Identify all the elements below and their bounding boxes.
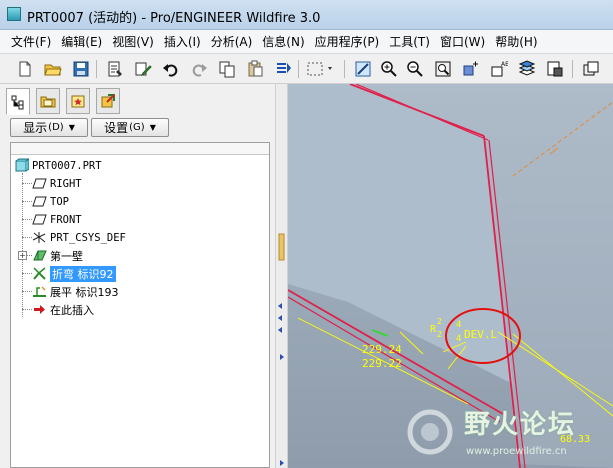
tree-item-label: TOP bbox=[50, 195, 69, 208]
coordinate-system-icon bbox=[31, 230, 47, 246]
datum-display-icon[interactable] bbox=[580, 58, 602, 80]
tree-item-label: FRONT bbox=[50, 213, 82, 226]
tree-item-unbend[interactable]: 展平 标识193 bbox=[31, 283, 119, 300]
tree-item-first-wall[interactable]: 第一壁 bbox=[31, 247, 83, 264]
model-tree: PRT0007.PRT RIGHT TOP FRONT PRT_CSYS_DEF bbox=[10, 142, 270, 468]
bend-feature-icon bbox=[31, 266, 47, 282]
window-title: PRT0007 (活动的) - Pro/ENGINEER Wildfire 3.… bbox=[27, 11, 321, 26]
menu-applications[interactable]: 应用程序(P) bbox=[310, 33, 385, 50]
copy-icon[interactable] bbox=[216, 58, 238, 80]
toolbar: AB bbox=[0, 54, 613, 84]
settings-label: 设置 bbox=[104, 121, 129, 135]
favorites-tab-icon[interactable] bbox=[66, 88, 90, 114]
show-hotkey: (D) bbox=[48, 122, 64, 133]
menu-view[interactable]: 视图(V) bbox=[107, 33, 159, 50]
datum-plane-icon bbox=[31, 212, 47, 228]
open-folder-icon[interactable] bbox=[42, 58, 64, 80]
datum-plane-icon bbox=[31, 176, 47, 192]
menu-bar: 文件(F) 编辑(E) 视图(V) 插入(I) 分析(A) 信息(N) 应用程序… bbox=[0, 30, 613, 54]
tree-item-label: 折弯 标识92 bbox=[50, 265, 116, 282]
menu-help[interactable]: 帮助(H) bbox=[490, 33, 542, 50]
undo-icon[interactable] bbox=[160, 58, 182, 80]
zoom-out-icon[interactable] bbox=[404, 58, 426, 80]
radius-num-top: 2 bbox=[437, 317, 442, 326]
folder-browser-tab-icon[interactable] bbox=[36, 88, 60, 114]
tree-item-insert-here[interactable]: 在此插入 bbox=[31, 301, 94, 318]
watermark-url: www.proewildfire.cn bbox=[466, 446, 567, 457]
dimension-229-22: 229.22 bbox=[362, 357, 402, 370]
connections-tab-icon[interactable] bbox=[96, 88, 120, 114]
app-icon bbox=[7, 7, 21, 21]
watermark-title: 野火论坛 bbox=[464, 410, 577, 440]
saved-views-icon[interactable]: AB bbox=[488, 58, 510, 80]
radius-num-bottom: 2 bbox=[437, 330, 442, 339]
redo-icon[interactable] bbox=[188, 58, 210, 80]
chevron-down-icon: ▼ bbox=[149, 123, 156, 132]
reorient-icon[interactable] bbox=[460, 58, 482, 80]
svg-text:AB: AB bbox=[501, 61, 508, 68]
show-label: 显示 bbox=[23, 121, 48, 135]
unbend-feature-icon bbox=[31, 284, 47, 300]
graphics-viewport[interactable]: 229.24 229.22 R 2 2 4 4 DEV.L 68.33 野火论坛… bbox=[288, 84, 613, 468]
tree-item-label: 在此插入 bbox=[50, 303, 94, 317]
menu-file[interactable]: 文件(F) bbox=[6, 33, 56, 50]
sheetmetal-wall-icon bbox=[31, 248, 47, 264]
dev-l-label: DEV.L bbox=[464, 328, 498, 341]
datum-plane-icon bbox=[31, 194, 47, 210]
tree-item-right[interactable]: RIGHT bbox=[31, 175, 82, 192]
insert-arrow-icon bbox=[31, 302, 47, 318]
chevron-down-icon: ▼ bbox=[68, 123, 75, 132]
edit-definition-icon[interactable] bbox=[132, 58, 154, 80]
menu-window[interactable]: 窗口(W) bbox=[435, 33, 490, 50]
model-display-icon[interactable] bbox=[544, 58, 566, 80]
menu-info[interactable]: 信息(N) bbox=[257, 33, 309, 50]
menu-analysis[interactable]: 分析(A) bbox=[206, 33, 258, 50]
tree-root[interactable]: PRT0007.PRT bbox=[13, 157, 102, 174]
save-icon[interactable] bbox=[70, 58, 92, 80]
repaint-icon[interactable] bbox=[352, 58, 374, 80]
menu-tools[interactable]: 工具(T) bbox=[384, 33, 435, 50]
tree-item-front[interactable]: FRONT bbox=[31, 211, 82, 228]
tree-item-label: RIGHT bbox=[50, 177, 82, 190]
tree-item-label: PRT_CSYS_DEF bbox=[50, 231, 126, 244]
navigator-panel: 显示 (D) ▼ 设置 (G) ▼ PRT0007.PRT RIGHT TOP … bbox=[0, 84, 275, 468]
tree-item-csys[interactable]: PRT_CSYS_DEF bbox=[31, 229, 126, 246]
tree-item-top[interactable]: TOP bbox=[31, 193, 69, 210]
zoom-in-icon[interactable] bbox=[378, 58, 400, 80]
expand-toggle-icon[interactable]: + bbox=[18, 251, 27, 260]
selection-filter-icon[interactable] bbox=[304, 58, 338, 80]
paste-icon[interactable] bbox=[244, 58, 266, 80]
model-tree-tab-icon[interactable] bbox=[6, 88, 30, 115]
settings-hotkey: (G) bbox=[129, 122, 145, 133]
regenerate-icon[interactable] bbox=[104, 58, 126, 80]
tree-item-label: 展平 标识193 bbox=[50, 285, 119, 299]
dimension-229-24: 229.24 bbox=[362, 343, 402, 356]
settings-dropdown[interactable]: 设置 (G) ▼ bbox=[91, 118, 169, 137]
dev-num-top: 4 bbox=[456, 320, 462, 330]
paste-special-icon[interactable] bbox=[272, 58, 294, 80]
part-icon bbox=[13, 158, 29, 174]
menu-edit[interactable]: 编辑(E) bbox=[56, 33, 107, 50]
dev-num-bottom: 4 bbox=[456, 334, 462, 344]
show-dropdown[interactable]: 显示 (D) ▼ bbox=[10, 118, 88, 137]
tree-root-label: PRT0007.PRT bbox=[32, 159, 102, 172]
title-bar: PRT0007 (活动的) - Pro/ENGINEER Wildfire 3.… bbox=[0, 0, 613, 30]
menu-insert[interactable]: 插入(I) bbox=[159, 33, 206, 50]
forum-watermark: 野火论坛 www.proewildfire.cn bbox=[404, 402, 609, 466]
panel-splitter[interactable] bbox=[275, 84, 288, 468]
tree-item-bend[interactable]: 折弯 标识92 bbox=[31, 265, 116, 282]
tree-item-label: 第一壁 bbox=[50, 249, 83, 263]
refit-icon[interactable] bbox=[432, 58, 454, 80]
model-tree-header bbox=[11, 143, 269, 155]
layers-icon[interactable] bbox=[516, 58, 538, 80]
radius-label: R bbox=[430, 324, 437, 335]
new-file-icon[interactable] bbox=[14, 58, 36, 80]
